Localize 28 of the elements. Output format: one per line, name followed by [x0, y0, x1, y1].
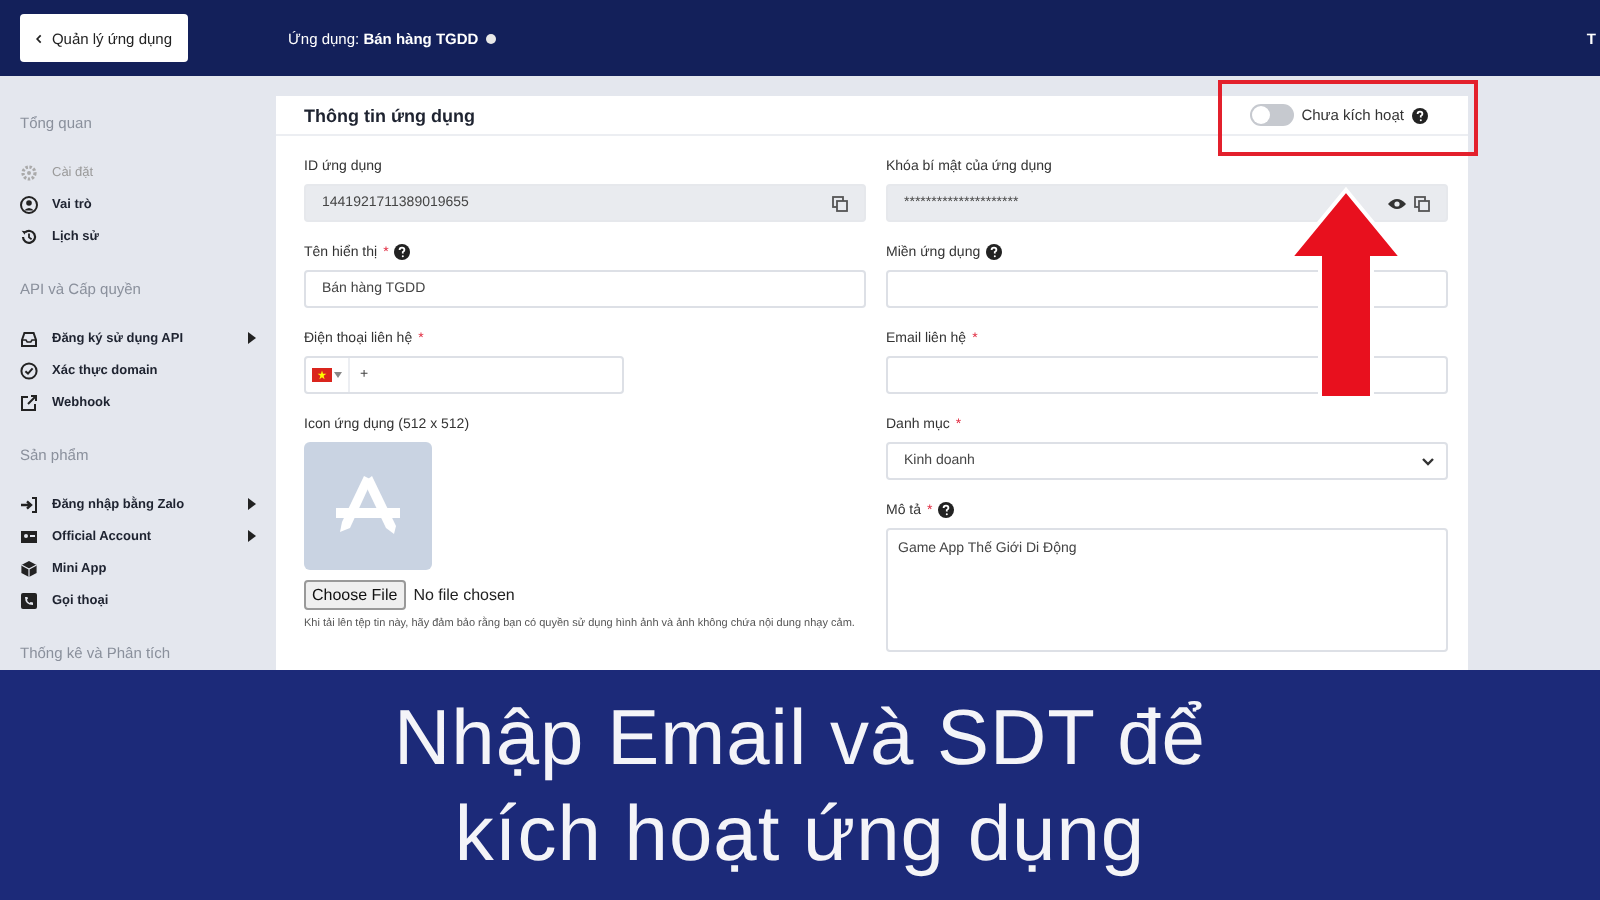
external-link-icon	[20, 393, 38, 411]
check-circle-icon	[20, 361, 38, 379]
inbox-icon	[20, 329, 38, 347]
chevron-left-icon	[36, 31, 42, 45]
sign-in-icon	[20, 495, 38, 513]
app-store-icon	[334, 472, 402, 540]
phone-icon	[20, 591, 38, 609]
chevron-down-icon	[1422, 457, 1434, 465]
text-field[interactable]	[886, 270, 1448, 308]
activation-toggle[interactable]	[1249, 104, 1294, 126]
card-title: Thông tin ứng dụng	[304, 105, 475, 125]
history-icon	[20, 227, 38, 245]
text-field[interactable]	[886, 356, 1448, 394]
gear-icon	[20, 163, 38, 181]
copy-icon[interactable]	[832, 195, 848, 211]
caption-text: kích hoạt ứng dụng	[454, 790, 1146, 882]
id-card-icon	[20, 527, 38, 545]
user-circle-icon	[20, 195, 38, 213]
help-icon	[1412, 107, 1428, 123]
eye-icon[interactable]	[1388, 197, 1406, 209]
copy-icon[interactable]	[1414, 195, 1430, 211]
cube-icon	[20, 559, 38, 577]
status-dot	[486, 33, 497, 43]
file-status: No file chosen	[413, 586, 515, 604]
dropdown-icon[interactable]	[334, 372, 342, 378]
flag-icon[interactable]	[312, 368, 332, 382]
choose-file-button[interactable]: Choose File	[304, 580, 406, 610]
caption-text: Nhập Email và SDT để	[394, 694, 1206, 786]
